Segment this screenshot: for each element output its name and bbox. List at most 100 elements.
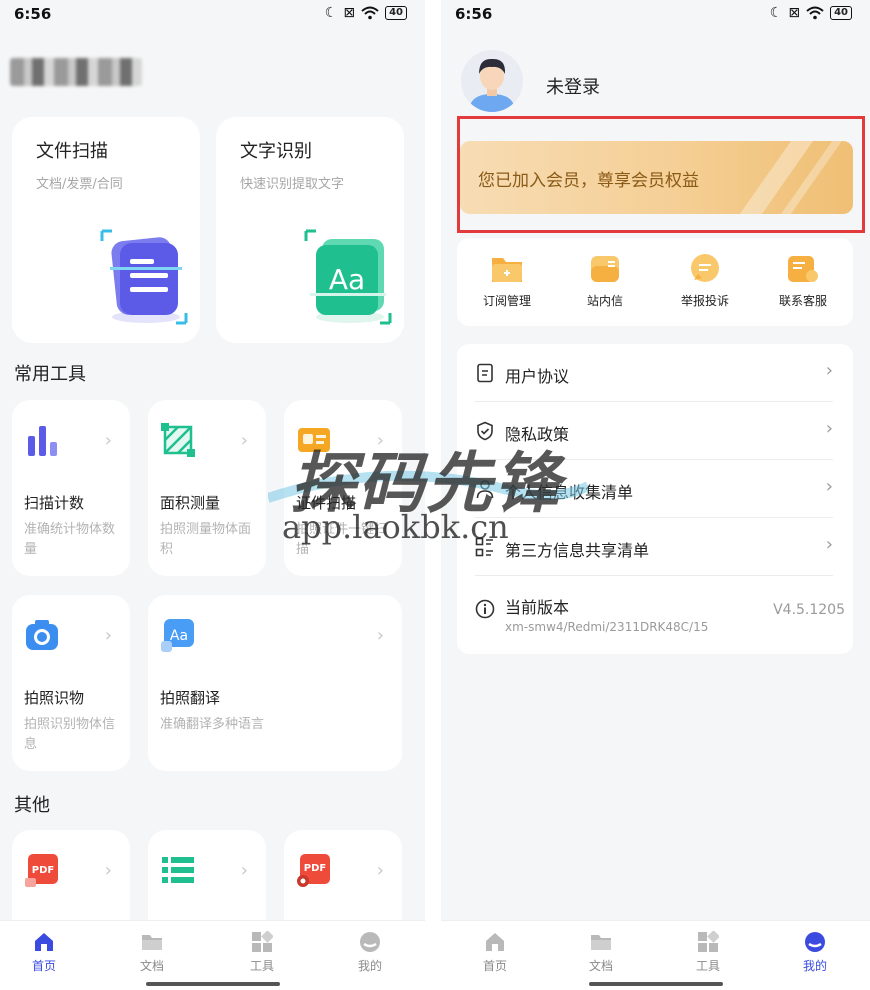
customer-service-icon xyxy=(788,256,818,282)
login-status[interactable]: 未登录 xyxy=(546,73,600,99)
tool-desc: 准确统计物体数量 xyxy=(24,522,116,557)
chevron-right-icon: › xyxy=(104,625,112,646)
avatar[interactable] xyxy=(461,50,523,112)
gesture-bar xyxy=(588,982,723,986)
tool-desc: 拍照识别物体信息 xyxy=(24,717,116,752)
menu-label: 个人信息收集清单 xyxy=(505,483,634,502)
tools-grid-icon xyxy=(698,931,719,952)
home-icon xyxy=(486,933,504,951)
chevron-right-icon: › xyxy=(825,534,833,555)
version-label: 当前版本 xyxy=(505,598,570,617)
blurred-username xyxy=(10,58,142,86)
wifi-icon xyxy=(806,6,824,20)
quick-support[interactable]: 联系客服 xyxy=(763,252,843,309)
report-chat-icon xyxy=(691,254,719,282)
scan-count-tool[interactable]: › 扫描计数 准确统计物体数量 xyxy=(12,400,130,576)
nav-label: 首页 xyxy=(482,959,507,973)
menu-third-party-sharing[interactable]: 第三方信息共享清单 › xyxy=(475,518,833,576)
home-screen: 6:56 ☾ ⊠ 40 文件扫描 文档/发票/合同 文字识别 快速识别提取文字 xyxy=(0,0,425,990)
nav-label: 首页 xyxy=(31,959,56,973)
shield-check-icon xyxy=(477,421,493,441)
nav-home[interactable]: 首页 xyxy=(14,931,74,974)
file-scan-card[interactable]: 文件扫描 文档/发票/合同 xyxy=(12,117,200,343)
nav-label: 文档 xyxy=(139,959,164,973)
nav-label: 工具 xyxy=(249,959,274,973)
message-icon xyxy=(591,256,619,282)
home-icon xyxy=(35,933,53,951)
menu-version: 当前版本 xm-smw4/Redmi/2311DRK48C/15 V4.5.12… xyxy=(475,580,845,638)
chevron-right-icon: › xyxy=(376,860,384,881)
nav-mine[interactable]: 我的 xyxy=(785,931,845,974)
pdf-settings-icon: PDF xyxy=(297,854,330,887)
member-banner[interactable]: 您已加入会员，尊享会员权益 xyxy=(460,141,853,214)
area-measure-tool[interactable]: › 面积测量 拍照测量物体面积 xyxy=(148,400,266,576)
svg-text:PDF: PDF xyxy=(32,865,54,876)
folder-icon xyxy=(591,935,611,950)
tool-name: 拍照识物 xyxy=(24,689,85,707)
profile-icon xyxy=(805,932,825,952)
bar-chart-icon xyxy=(28,426,57,456)
camera-icon xyxy=(26,620,58,650)
user-avatar-icon xyxy=(461,50,523,112)
tools-grid-icon xyxy=(252,931,273,952)
menu-label: 第三方信息共享清单 xyxy=(505,541,650,560)
nav-home[interactable]: 首页 xyxy=(465,931,525,974)
nav-documents[interactable]: 文档 xyxy=(571,931,631,974)
menu-personal-info-list[interactable]: 个人信息收集清单 › xyxy=(475,460,833,518)
wifi-icon xyxy=(361,6,379,20)
battery-icon: 40 xyxy=(830,6,852,20)
tool-name: 扫描计数 xyxy=(24,494,85,512)
card-subtitle: 文档/发票/合同 xyxy=(36,177,123,192)
nav-tools[interactable]: 工具 xyxy=(232,931,292,974)
card-title: 文字识别 xyxy=(240,141,312,162)
text-recognition-card[interactable]: 文字识别 快速识别提取文字 Aa xyxy=(216,117,404,343)
quick-inbox[interactable]: 站内信 xyxy=(565,252,645,309)
status-time: 6:56 xyxy=(455,5,493,23)
section-common-tools: 常用工具 xyxy=(14,364,86,385)
device-info: xm-smw4/Redmi/2311DRK48C/15 xyxy=(505,620,709,634)
settings-menu: 用户协议 › 隐私政策 › 个人信息收集清单 › 第三方信息共享清单 › 当前版… xyxy=(457,344,853,654)
tool-name: 面积测量 xyxy=(160,494,221,512)
nav-documents[interactable]: 文档 xyxy=(122,931,182,974)
chevron-right-icon: › xyxy=(240,860,248,881)
folder-icon xyxy=(142,935,162,950)
translate-icon: Aa xyxy=(161,619,194,652)
bottom-nav: 首页 文档 工具 我的 xyxy=(441,920,870,990)
nav-mine[interactable]: 我的 xyxy=(340,931,400,974)
photo-identify-tool[interactable]: › 拍照识物 拍照识别物体信息 xyxy=(12,595,130,771)
card-subtitle: 快速识别提取文字 xyxy=(240,177,345,192)
nav-label: 工具 xyxy=(695,959,720,973)
section-other: 其他 xyxy=(14,795,50,816)
status-time: 6:56 xyxy=(14,5,52,23)
chevron-right-icon: › xyxy=(376,430,384,451)
sim-off-icon: ⊠ xyxy=(343,5,356,21)
menu-label: 隐私政策 xyxy=(505,425,570,444)
pdf-icon: PDF xyxy=(25,854,58,887)
svg-text:PDF: PDF xyxy=(304,863,326,874)
document-icon xyxy=(477,363,493,383)
text-ocr-icon: Aa xyxy=(304,229,392,325)
quick-report[interactable]: 举报投诉 xyxy=(665,252,745,309)
profile-icon xyxy=(360,932,380,952)
info-icon xyxy=(475,599,495,619)
menu-privacy-policy[interactable]: 隐私政策 › xyxy=(475,402,833,460)
chevron-right-icon: › xyxy=(240,430,248,451)
quick-label: 举报投诉 xyxy=(680,294,729,308)
member-banner-text: 您已加入会员，尊享会员权益 xyxy=(478,171,699,191)
svg-text:Aa: Aa xyxy=(329,263,365,296)
chevron-right-icon: › xyxy=(825,476,833,497)
quick-actions-panel: 订阅管理 站内信 举报投诉 联系客服 xyxy=(457,238,853,326)
nav-tools[interactable]: 工具 xyxy=(678,931,738,974)
tool-desc: 准确翻译多种语言 xyxy=(160,717,265,732)
quick-subscription[interactable]: 订阅管理 xyxy=(467,252,547,309)
area-measure-icon xyxy=(161,423,195,457)
id-scan-tool[interactable]: › 证件扫描 拍照证件一键扫描 xyxy=(284,400,402,576)
sim-off-icon: ⊠ xyxy=(788,5,801,21)
photo-translate-tool[interactable]: Aa › 拍照翻译 准确翻译多种语言 xyxy=(148,595,402,771)
gesture-bar xyxy=(145,982,280,986)
person-icon xyxy=(476,480,494,499)
version-value: V4.5.1205 xyxy=(773,602,845,618)
menu-user-agreement[interactable]: 用户协议 › xyxy=(475,344,833,402)
nav-label: 我的 xyxy=(802,959,827,973)
battery-icon: 40 xyxy=(385,6,407,20)
